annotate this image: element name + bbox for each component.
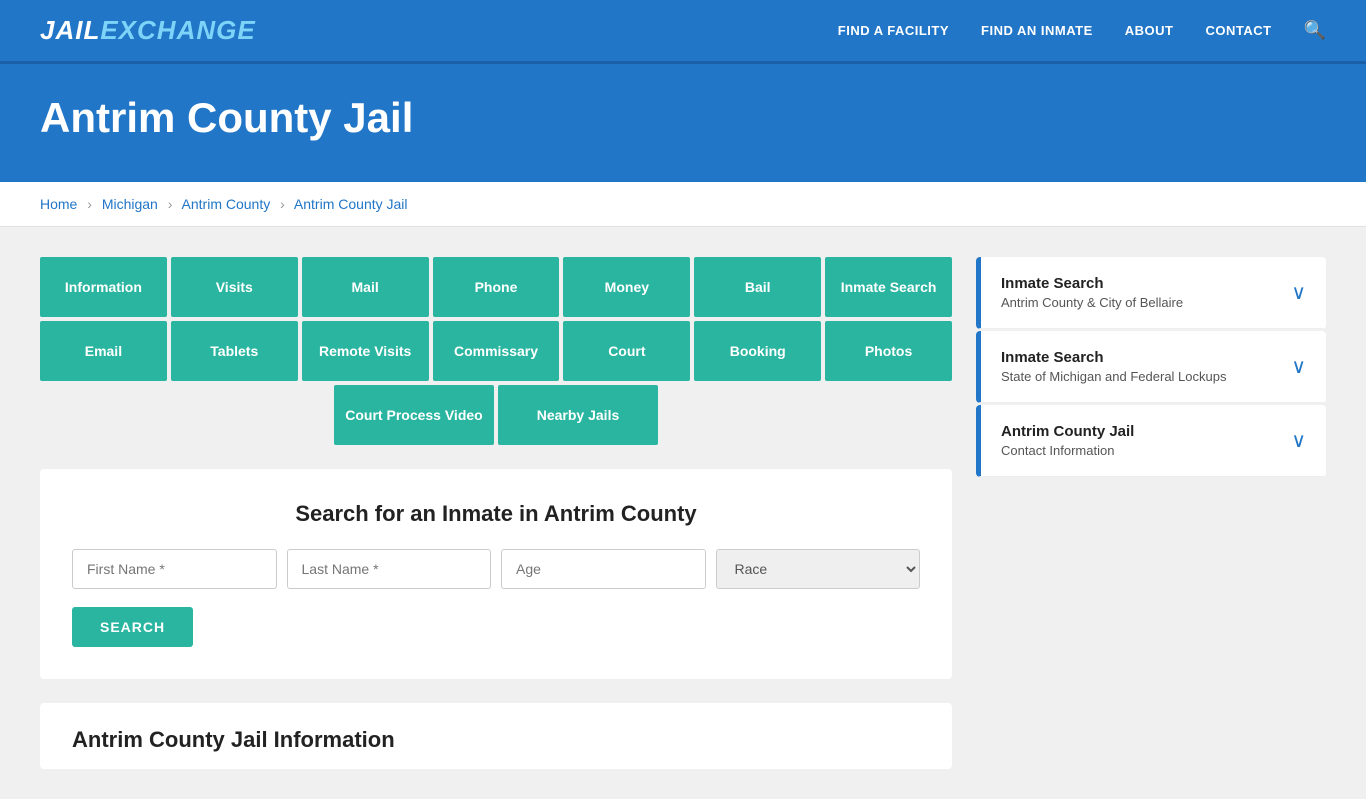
nav-about[interactable]: ABOUT bbox=[1125, 23, 1174, 38]
breadcrumb-antrim-county[interactable]: Antrim County bbox=[182, 196, 271, 212]
page-title: Antrim County Jail bbox=[40, 94, 1326, 142]
nav-contact[interactable]: CONTACT bbox=[1205, 23, 1271, 38]
btn-email[interactable]: Email bbox=[40, 321, 167, 381]
right-sidebar: Inmate Search Antrim County & City of Be… bbox=[976, 257, 1326, 769]
sidebar-item-subtitle-2: State of Michigan and Federal Lockups bbox=[1001, 369, 1226, 384]
site-header: JAILEXCHANGE FIND A FACILITY FIND AN INM… bbox=[0, 0, 1366, 64]
sidebar-item-title-3: Antrim County Jail bbox=[1001, 423, 1134, 440]
left-column: Information Visits Mail Phone Money Bail… bbox=[40, 257, 952, 769]
search-title: Search for an Inmate in Antrim County bbox=[72, 501, 920, 527]
btn-money[interactable]: Money bbox=[563, 257, 690, 317]
chevron-icon-3: ∨ bbox=[1291, 428, 1306, 453]
btn-remote-visits[interactable]: Remote Visits bbox=[302, 321, 429, 381]
last-name-input[interactable] bbox=[287, 549, 492, 589]
breadcrumb: Home › Michigan › Antrim County › Antrim… bbox=[0, 182, 1366, 227]
btn-visits[interactable]: Visits bbox=[171, 257, 298, 317]
btn-phone[interactable]: Phone bbox=[433, 257, 560, 317]
btn-photos[interactable]: Photos bbox=[825, 321, 952, 381]
sidebar-item-title-1: Inmate Search bbox=[1001, 275, 1183, 292]
search-button[interactable]: SEARCH bbox=[72, 607, 193, 647]
bottom-heading-title: Antrim County Jail Information bbox=[72, 727, 920, 753]
first-name-input[interactable] bbox=[72, 549, 277, 589]
main-content: Information Visits Mail Phone Money Bail… bbox=[0, 227, 1366, 799]
breadcrumb-michigan[interactable]: Michigan bbox=[102, 196, 158, 212]
grid-row-2: Email Tablets Remote Visits Commissary C… bbox=[40, 321, 952, 381]
main-nav: FIND A FACILITY FIND AN INMATE ABOUT CON… bbox=[838, 20, 1326, 41]
btn-court-process-video[interactable]: Court Process Video bbox=[334, 385, 494, 445]
breadcrumb-sep-3: › bbox=[280, 196, 285, 212]
sidebar-card-1: Inmate Search Antrim County & City of Be… bbox=[976, 257, 1326, 329]
sidebar-item-subtitle-1: Antrim County & City of Bellaire bbox=[1001, 295, 1183, 310]
btn-commissary[interactable]: Commissary bbox=[433, 321, 560, 381]
grid-row-1: Information Visits Mail Phone Money Bail… bbox=[40, 257, 952, 317]
btn-mail[interactable]: Mail bbox=[302, 257, 429, 317]
sidebar-item-text-2: Inmate Search State of Michigan and Fede… bbox=[1001, 349, 1226, 384]
breadcrumb-home[interactable]: Home bbox=[40, 196, 77, 212]
grid-row-3: Court Process Video Nearby Jails bbox=[40, 385, 952, 445]
btn-bail[interactable]: Bail bbox=[694, 257, 821, 317]
btn-court[interactable]: Court bbox=[563, 321, 690, 381]
search-card: Search for an Inmate in Antrim County Ra… bbox=[40, 469, 952, 679]
sidebar-item-contact-info[interactable]: Antrim County Jail Contact Information ∨ bbox=[976, 405, 1326, 477]
btn-nearby-jails[interactable]: Nearby Jails bbox=[498, 385, 658, 445]
sidebar-item-inmate-search-2[interactable]: Inmate Search State of Michigan and Fede… bbox=[976, 331, 1326, 403]
sidebar-card-2: Inmate Search State of Michigan and Fede… bbox=[976, 331, 1326, 403]
sidebar-card-3: Antrim County Jail Contact Information ∨ bbox=[976, 405, 1326, 477]
breadcrumb-sep-2: › bbox=[168, 196, 173, 212]
sidebar-item-title-2: Inmate Search bbox=[1001, 349, 1226, 366]
sidebar-item-inmate-search-1[interactable]: Inmate Search Antrim County & City of Be… bbox=[976, 257, 1326, 329]
bottom-info-section: Antrim County Jail Information bbox=[40, 703, 952, 769]
hero-section: Antrim County Jail bbox=[0, 64, 1366, 182]
site-logo: JAILEXCHANGE bbox=[40, 15, 256, 46]
nav-find-inmate[interactable]: FIND AN INMATE bbox=[981, 23, 1093, 38]
sidebar-item-text-1: Inmate Search Antrim County & City of Be… bbox=[1001, 275, 1183, 310]
chevron-icon-1: ∨ bbox=[1291, 280, 1306, 305]
logo-exchange: EXCHANGE bbox=[100, 15, 255, 45]
btn-information[interactable]: Information bbox=[40, 257, 167, 317]
nav-find-facility[interactable]: FIND A FACILITY bbox=[838, 23, 949, 38]
sidebar-item-text-3: Antrim County Jail Contact Information bbox=[1001, 423, 1134, 458]
breadcrumb-sep-1: › bbox=[87, 196, 92, 212]
btn-inmate-search[interactable]: Inmate Search bbox=[825, 257, 952, 317]
race-select[interactable]: Race White Black Hispanic Asian Native A… bbox=[716, 549, 921, 589]
btn-tablets[interactable]: Tablets bbox=[171, 321, 298, 381]
breadcrumb-antrim-county-jail[interactable]: Antrim County Jail bbox=[294, 196, 408, 212]
search-fields: Race White Black Hispanic Asian Native A… bbox=[72, 549, 920, 589]
logo-jail: JAIL bbox=[40, 15, 100, 45]
search-icon-button[interactable]: 🔍 bbox=[1304, 20, 1326, 41]
btn-booking[interactable]: Booking bbox=[694, 321, 821, 381]
age-input[interactable] bbox=[501, 549, 706, 589]
chevron-icon-2: ∨ bbox=[1291, 354, 1306, 379]
sidebar-item-subtitle-3: Contact Information bbox=[1001, 443, 1134, 458]
